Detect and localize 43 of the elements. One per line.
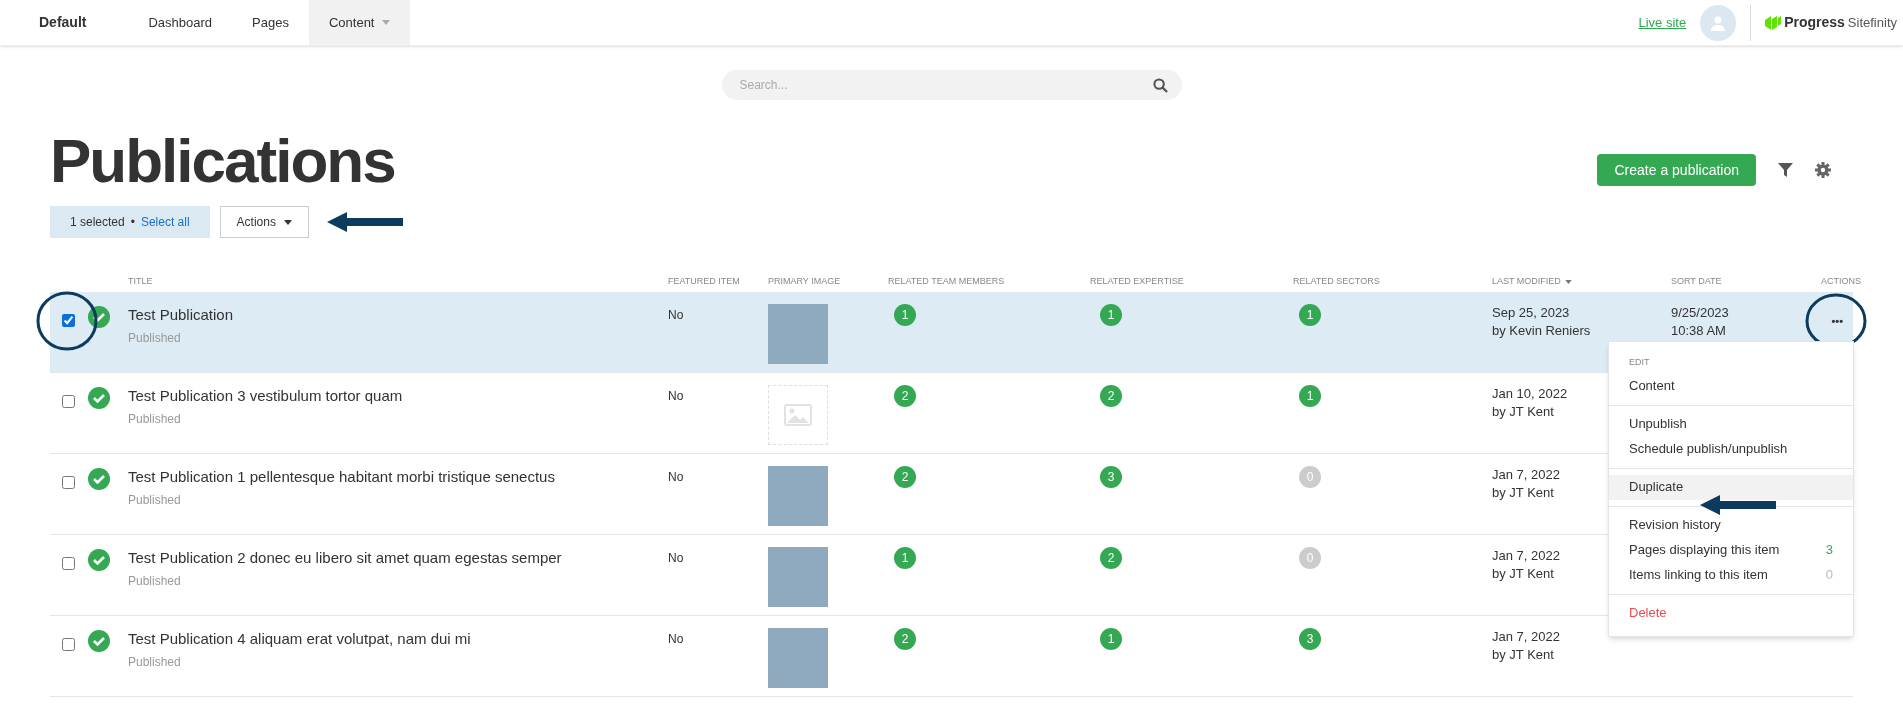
modified-date: Sep 25, 2023: [1492, 304, 1570, 322]
count-badge: 2: [1100, 547, 1122, 569]
modified-by: by Kevin Reniers: [1492, 322, 1591, 340]
count-badge: 2: [894, 466, 916, 488]
featured-text: No: [668, 388, 685, 405]
count-badge: 2: [894, 385, 916, 407]
sort-date: 9/25/2023: [1671, 304, 1730, 322]
modified-date: Jan 7, 2022: [1492, 547, 1560, 565]
site-name: Default: [39, 13, 87, 32]
count-badge: 1: [1299, 385, 1321, 407]
sort-time: 10:38 AM: [1671, 322, 1727, 340]
menu-count: 3: [1825, 541, 1833, 560]
count-badge: 3: [1299, 628, 1321, 650]
count-badge: 2: [1100, 385, 1122, 407]
modified-by: by JT Kent: [1492, 646, 1554, 664]
modified-by: by JT Kent: [1492, 403, 1554, 421]
count-badge: 1: [894, 547, 916, 569]
featured-text: No: [668, 550, 685, 567]
bullet: •: [130, 214, 135, 231]
count-badge: 1: [1100, 628, 1122, 650]
modified-by: by JT Kent: [1492, 565, 1554, 583]
count-badge: 1: [1100, 304, 1122, 326]
count-badge: 2: [894, 628, 916, 650]
status-text: Published: [128, 572, 182, 590]
modified-date: Jan 7, 2022: [1492, 466, 1560, 484]
status-text: Published: [128, 653, 182, 671]
page-title: Publications: [50, 126, 395, 196]
count-badge: 1: [1299, 304, 1321, 326]
featured-text: No: [668, 631, 685, 648]
status-text: Published: [128, 410, 182, 428]
menu-section-header: EDIT: [1628, 356, 1651, 369]
selected-count: 1 selected: [70, 214, 125, 231]
modified-by: by JT Kent: [1492, 484, 1554, 502]
featured-text: No: [668, 469, 685, 486]
count-badge: 3: [1100, 466, 1122, 488]
featured-text: No: [668, 307, 685, 324]
brand-logo: Progress Sitefinity: [1765, 12, 1897, 33]
modified-date: Jan 7, 2022: [1492, 628, 1560, 646]
status-text: Published: [128, 329, 182, 347]
count-badge: 1: [894, 304, 916, 326]
menu-count: 0: [1825, 566, 1833, 585]
status-text: Published: [128, 491, 182, 509]
modified-date: Jan 10, 2022: [1492, 385, 1568, 403]
